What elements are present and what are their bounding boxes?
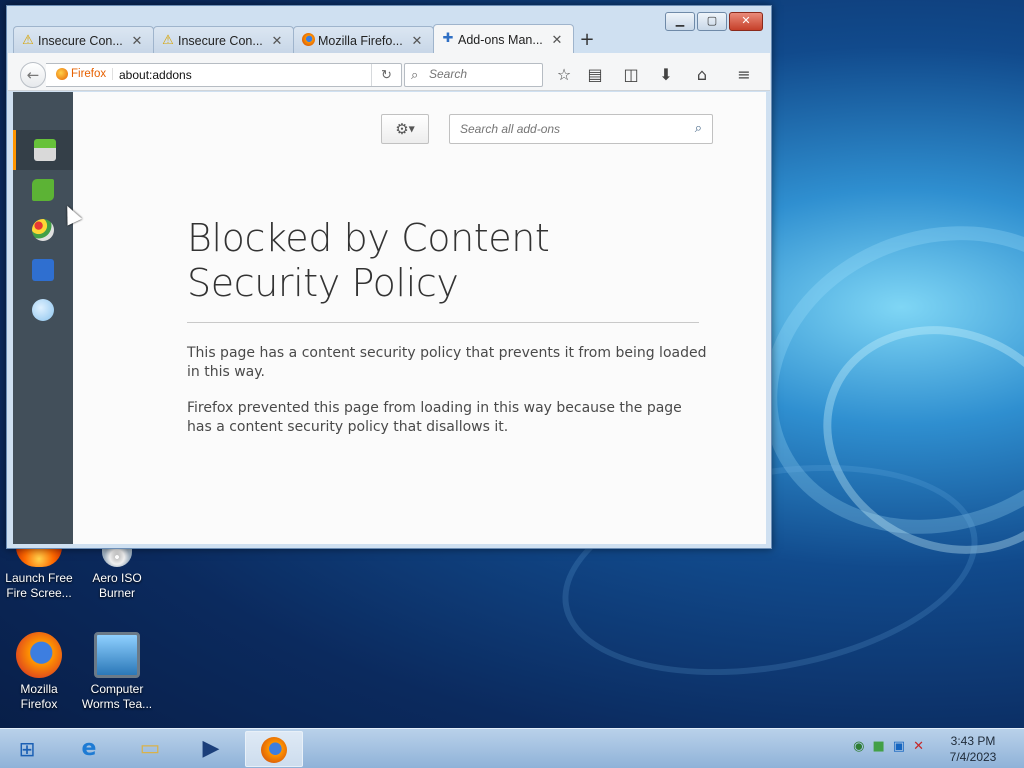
tab-close-icon[interactable]: ✕ [411,33,423,49]
downloads-icon[interactable]: ⬇ [655,64,677,86]
tab-mozilla-firefox[interactable]: Mozilla Firefo... ✕ [293,26,434,54]
pocket-icon[interactable]: ◫ [620,64,642,86]
firefox-icon [301,33,315,47]
firefox-window: ▁ ▢ ✕ ⚠ Insecure Con... ✕ ⚠ Insecure Con… [6,5,772,549]
taskbar-media-player[interactable]: ▶ [182,731,240,767]
navigation-toolbar: ← Firefox about:addons ↻ ⌕ ☆ ▤ ◫ ⬇ ⌂ ≡ [8,53,770,91]
palette-icon [32,219,54,241]
warning-icon: ⚠ [22,32,34,47]
category-extensions[interactable] [13,170,73,210]
tools-menu-button[interactable]: ⚙▼ [381,114,429,144]
home-icon[interactable]: ⌂ [691,64,713,86]
addon-search-box[interactable]: ⌕ [449,114,713,144]
internet-explorer-icon: e [81,736,97,761]
puzzle-icon [32,179,54,201]
clock[interactable]: 3:43 PM 7/4/2023 [938,733,1008,765]
search-icon[interactable]: ⌕ [695,121,702,136]
search-icon: ⌕ [411,67,419,82]
error-paragraph-1: This page has a content security policy … [187,345,707,380]
windows-logo-icon: ⊞ [18,737,36,761]
network-icon[interactable]: ▣ [893,739,905,754]
close-button[interactable]: ✕ [729,12,763,31]
taskbar: ⊞ e ▭ ▶ ◉ ■ ▣ ✕ 3:43 PM 7/4/2023 [0,728,1024,768]
tab-close-icon[interactable]: ✕ [551,32,563,48]
window-controls: ▁ ▢ ✕ [665,12,763,31]
taskbar-internet-explorer[interactable]: e [60,731,118,767]
chevron-down-icon: ▼ [408,124,415,134]
new-tab-button[interactable]: + [573,26,601,54]
tray-app-icon[interactable]: ■ [873,739,885,754]
error-paragraph-2: Firefox prevented this page from loading… [187,400,682,435]
desktop-icon-mozilla-firefox[interactable]: Mozilla Firefox [0,632,78,712]
categories-sidebar [13,92,73,544]
desktop-icon-aero-iso-burner[interactable]: Aero ISO Burner [78,547,156,601]
addons-manager-page: ⚙▼ ⌕ Blocked by Content Security Policy … [13,92,766,544]
tab-addons-manager[interactable]: ✚ Add-ons Man... ✕ [433,24,574,54]
category-plugins[interactable] [13,250,73,290]
get-addons-icon [33,139,56,161]
error-title: Blocked by Content Security Policy [187,216,550,305]
puzzle-icon: ✚ [442,30,454,45]
tab-insecure-connection-2[interactable]: ⚠ Insecure Con... ✕ [153,26,294,54]
menu-icon[interactable]: ≡ [733,64,755,86]
firefox-icon [16,632,62,678]
identity-box[interactable]: Firefox [56,68,114,80]
clock-time: 3:43 PM [950,734,996,748]
category-get-addons[interactable] [13,130,73,170]
system-tray: ◉ ■ ▣ ✕ [853,739,924,754]
back-button[interactable]: ← [20,62,46,88]
fire-icon [16,547,62,567]
media-player-icon: ▶ [202,736,220,761]
url-text: about:addons [119,68,192,82]
reload-button[interactable]: ↻ [371,64,401,86]
tab-close-icon[interactable]: ✕ [271,33,283,49]
search-input[interactable] [429,67,537,81]
desktop-icon-launch-free-fire-screen[interactable]: Launch Free Fire Scree... [0,547,78,601]
addon-search-input[interactable] [460,122,680,136]
maximize-button[interactable]: ▢ [697,12,727,31]
firefox-icon [261,737,287,763]
tab-close-icon[interactable]: ✕ [131,33,143,49]
minimize-button[interactable]: ▁ [665,12,695,31]
search-bar[interactable]: ⌕ [404,63,543,87]
plugin-block-icon [32,259,54,281]
desktop-icon-computer-worms[interactable]: Computer Worms Tea... [78,632,156,712]
disc-icon [102,547,132,567]
gear-icon: ⚙ [395,120,409,138]
tab-insecure-connection-1[interactable]: ⚠ Insecure Con... ✕ [13,26,154,54]
firefox-icon [56,68,68,80]
clock-date: 7/4/2023 [949,750,997,764]
volume-muted-icon[interactable]: ✕ [913,739,924,754]
divider [187,322,699,323]
warning-icon: ⚠ [162,32,174,47]
taskbar-firefox[interactable] [245,731,303,767]
network-globe-icon[interactable]: ◉ [853,739,864,754]
start-button[interactable]: ⊞ [2,731,52,767]
bookmark-star-icon[interactable]: ☆ [553,64,575,86]
category-services[interactable] [13,290,73,330]
computer-icon [94,632,140,678]
taskbar-file-explorer[interactable]: ▭ [121,731,179,767]
folder-icon: ▭ [139,736,161,761]
url-bar[interactable]: Firefox about:addons ↻ [46,63,402,87]
bookmarks-menu-icon[interactable]: ▤ [584,64,606,86]
tab-strip: ⚠ Insecure Con... ✕ ⚠ Insecure Con... ✕ … [13,24,601,54]
chat-bubbles-icon [32,299,54,321]
